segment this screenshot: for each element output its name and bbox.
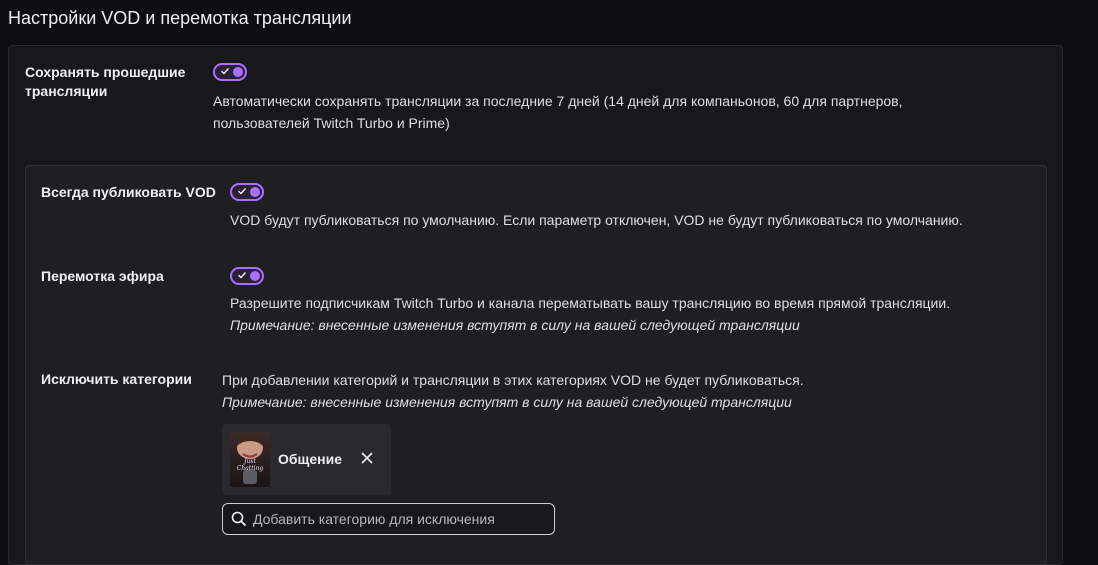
always-publish-label: Всегда публиковать VOD bbox=[41, 184, 216, 200]
rewind-label: Перемотка эфира bbox=[41, 268, 164, 284]
exclude-category-search[interactable] bbox=[222, 503, 555, 535]
rewind-description: Разрешите подписчикам Twitch Turbo и кан… bbox=[230, 292, 950, 336]
excluded-category-chip: Just Chatting Общение bbox=[222, 424, 391, 495]
save-past-description-line2: пользователей Twitch Turbo и Prime) bbox=[213, 115, 450, 131]
category-thumbnail: Just Chatting bbox=[230, 432, 270, 487]
rewind-toggle[interactable] bbox=[230, 267, 264, 285]
save-past-label: Сохранять прошедшие трансляции bbox=[25, 64, 186, 99]
always-publish-toggle[interactable] bbox=[230, 183, 264, 201]
toggle-knob bbox=[233, 67, 243, 77]
thumb-text-top: Just bbox=[242, 458, 256, 465]
exclude-categories-description: При добавлении категорий и трансляции в … bbox=[222, 369, 804, 413]
save-past-toggle[interactable] bbox=[213, 63, 247, 81]
toggle-knob bbox=[250, 187, 260, 197]
exclude-category-input[interactable] bbox=[253, 504, 548, 534]
exclude-categories-description-text: При добавлении категорий и трансляции в … bbox=[222, 372, 804, 388]
check-icon bbox=[238, 272, 247, 279]
exclude-categories-note: Примечание: внесенные изменения вступят … bbox=[222, 394, 792, 410]
exclude-categories-label: Исключить категории bbox=[41, 371, 192, 387]
toggle-knob bbox=[250, 271, 260, 281]
page-title: Настройки VOD и перемотка трансляции bbox=[8, 8, 352, 28]
save-past-description: Автоматически сохранять трансляции за по… bbox=[213, 90, 903, 134]
check-icon bbox=[238, 188, 247, 195]
always-publish-description: VOD будут публиковаться по умолчанию. Ес… bbox=[230, 212, 963, 228]
thumb-text-bottom: Chatting bbox=[237, 465, 264, 472]
rewind-description-text: Разрешите подписчикам Twitch Turbo и кан… bbox=[230, 295, 951, 311]
search-icon bbox=[231, 511, 247, 527]
rewind-note: Примечание: внесенные изменения вступят … bbox=[230, 317, 800, 333]
close-icon[interactable] bbox=[360, 451, 374, 465]
save-past-description-line1: Автоматически сохранять трансляции за по… bbox=[213, 93, 903, 109]
check-icon bbox=[221, 68, 230, 75]
category-name: Общение bbox=[278, 451, 342, 467]
